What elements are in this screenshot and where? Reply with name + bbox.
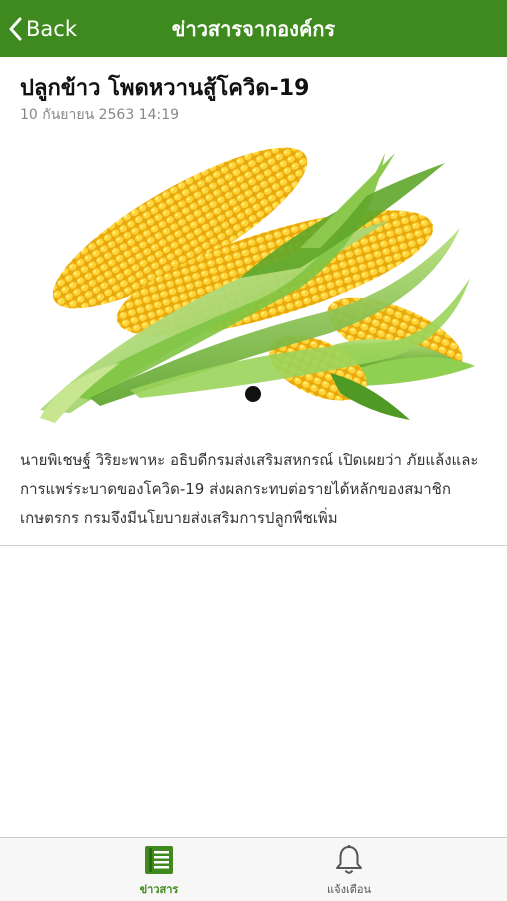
article-date: 10 กันยายน 2563 14:19 [20, 107, 180, 123]
article-image-carousel[interactable] [0, 128, 507, 423]
article-title: ปลูกข้าว โพดหวานสู้โควิด-19 [20, 76, 310, 101]
chevron-left-icon [9, 17, 22, 40]
top-navigation-bar: Back ข่าวสารจากองค์กร [0, 0, 507, 57]
bell-icon [336, 845, 362, 874]
back-label: Back [26, 16, 77, 41]
bottom-tab-bar: ข่าวสาร แจ้งเตือน [0, 837, 507, 901]
tab-news[interactable]: ข่าวสาร [99, 838, 219, 901]
article-body: นายพิเชษฐ์ วิริยะพาหะ อธิบดีกรมส่งเสริมส… [20, 451, 479, 527]
news-icon [145, 846, 173, 874]
carousel-page-indicator [245, 386, 261, 402]
tab-notifications[interactable]: แจ้งเตือน [289, 838, 409, 901]
tab-news-label: ข่าวสาร [139, 883, 179, 896]
tab-notifications-label: แจ้งเตือน [327, 883, 371, 896]
divider [0, 545, 507, 546]
corn-image [40, 147, 475, 423]
back-button[interactable]: Back [8, 0, 77, 57]
